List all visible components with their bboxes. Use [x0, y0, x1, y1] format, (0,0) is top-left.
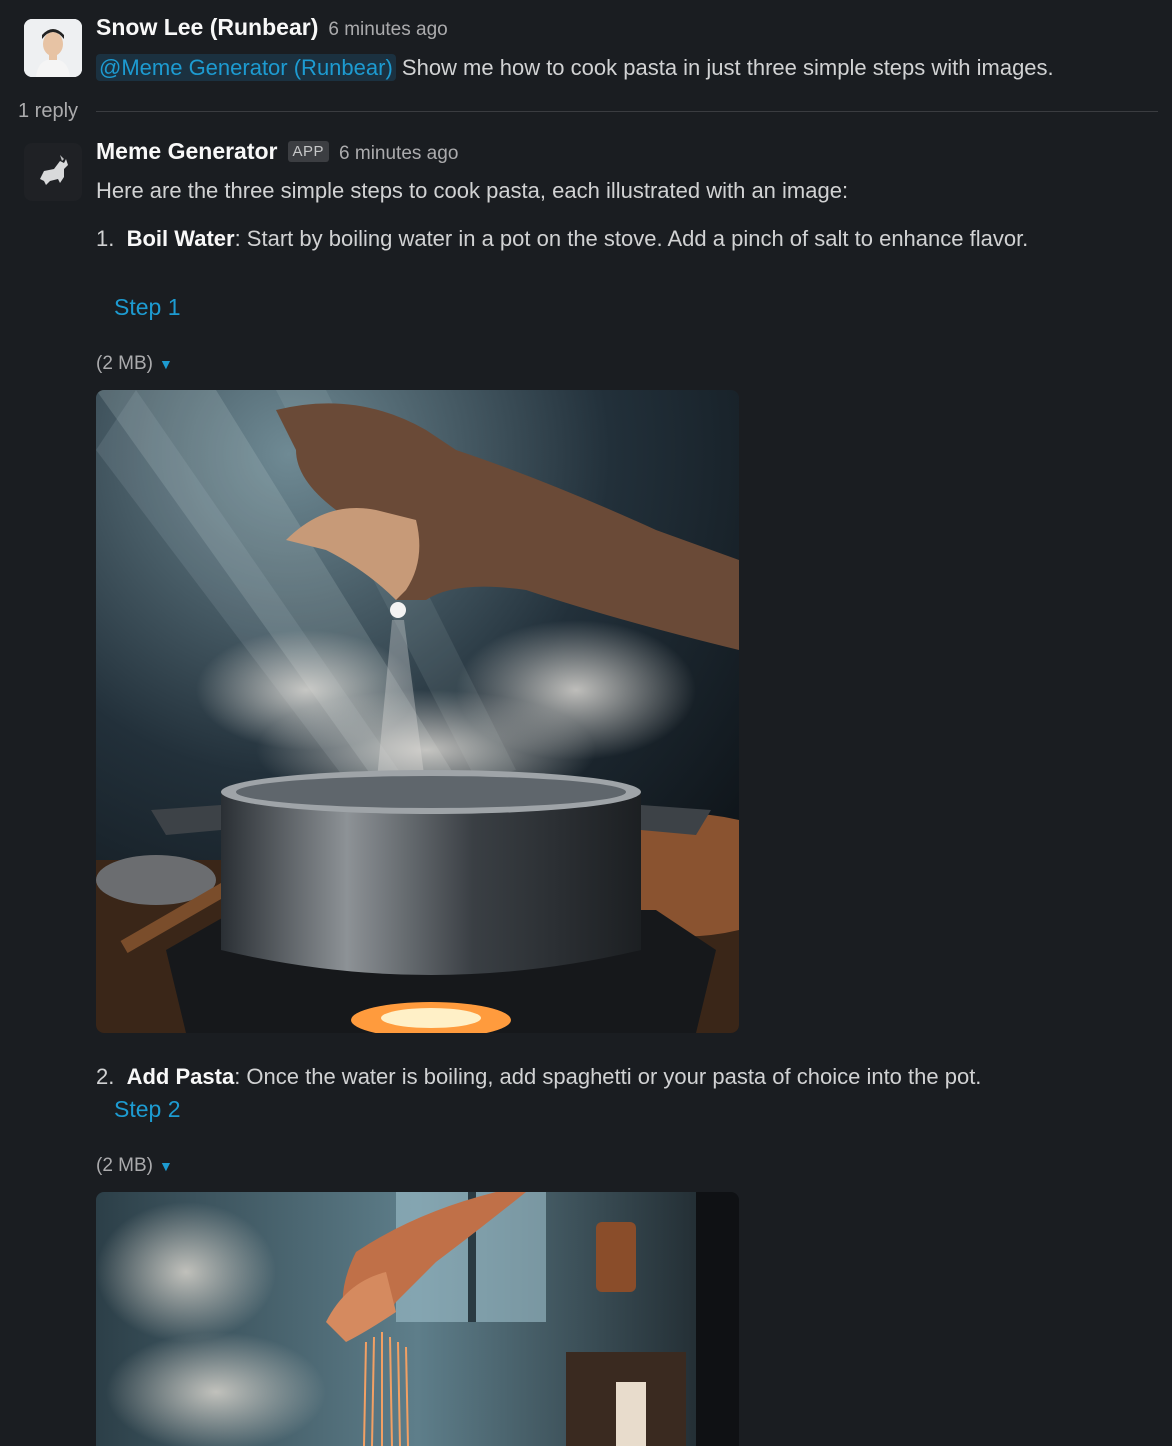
- step-1-description: : Start by boiling water in a pot on the…: [234, 226, 1029, 251]
- step-2-file-size: (2 MB): [96, 1155, 153, 1176]
- bot-timestamp[interactable]: 6 minutes ago: [339, 143, 458, 165]
- user-name[interactable]: Snow Lee (Runbear): [96, 14, 318, 41]
- bot-intro-text: Here are the three simple steps to cook …: [96, 178, 849, 203]
- step-2-file-meta[interactable]: (2 MB) ▼: [96, 1155, 173, 1177]
- app-badge: APP: [287, 141, 330, 162]
- reply-count[interactable]: 1 reply: [18, 100, 78, 123]
- step-2-image[interactable]: [96, 1192, 739, 1446]
- message-thread: Snow Lee (Runbear) 6 minutes ago @Meme G…: [0, 0, 1172, 1446]
- bot-name[interactable]: Meme Generator: [96, 138, 278, 165]
- caret-down-icon[interactable]: ▼: [159, 1158, 173, 1174]
- bot-mention[interactable]: @Meme Generator (Runbear): [96, 54, 396, 81]
- step-2-text: 2. Add Pasta: Once the water is boiling,…: [96, 1059, 1056, 1094]
- boiling-pot-image: [96, 390, 739, 1033]
- user-message-body: @Meme Generator (Runbear) Show me how to…: [96, 50, 1054, 85]
- bot-avatar[interactable]: [24, 143, 82, 201]
- reply-divider-row: 1 reply: [18, 100, 1158, 123]
- goat-icon: [24, 143, 82, 201]
- step-2-link[interactable]: Step 2: [114, 1096, 181, 1123]
- adding-pasta-image: [96, 1192, 739, 1446]
- user-avatar[interactable]: [24, 19, 82, 77]
- step-1-link[interactable]: Step 1: [114, 294, 181, 321]
- step-2-description: : Once the water is boiling, add spaghet…: [234, 1064, 982, 1089]
- user-message-header: Snow Lee (Runbear) 6 minutes ago: [96, 14, 448, 41]
- bot-message-header: Meme Generator APP 6 minutes ago: [96, 138, 458, 165]
- caret-down-icon[interactable]: ▼: [159, 356, 173, 372]
- step-2-title: Add Pasta: [126, 1064, 235, 1089]
- step-1-file-meta[interactable]: (2 MB) ▼: [96, 353, 173, 375]
- user-message-text: Show me how to cook pasta in just three …: [401, 55, 1054, 80]
- step-1-number: 1.: [96, 226, 115, 251]
- step-1-title: Boil Water: [126, 226, 235, 251]
- person-icon: [24, 19, 82, 77]
- step-2-number: 2.: [96, 1064, 115, 1089]
- step-1-image[interactable]: [96, 390, 739, 1033]
- step-1-file-size: (2 MB): [96, 353, 153, 374]
- user-timestamp[interactable]: 6 minutes ago: [328, 19, 447, 41]
- step-1-text: 1. Boil Water: Start by boiling water in…: [96, 221, 1056, 256]
- divider: [96, 111, 1158, 112]
